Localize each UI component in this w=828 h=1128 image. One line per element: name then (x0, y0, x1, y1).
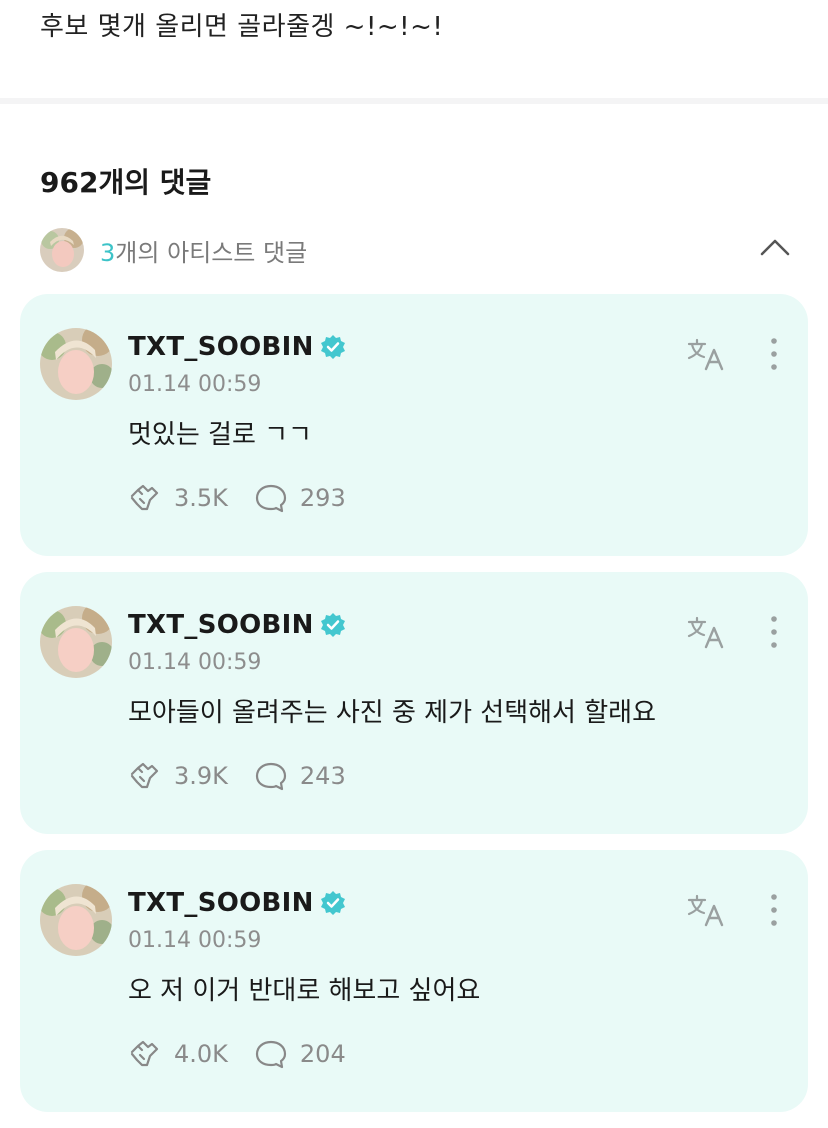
comment-username[interactable]: TXT_SOOBIN (128, 332, 346, 362)
username-text: TXT_SOOBIN (128, 888, 314, 918)
post-text: 후보 몇개 올리면 골라줄겡 ~!~!~! (40, 12, 444, 42)
speech-bubble-icon[interactable] (254, 1038, 288, 1070)
comment-text: 모아들이 올려주는 사진 중 제가 선택해서 할래요 (128, 698, 656, 728)
more-vertical-icon[interactable] (764, 614, 784, 650)
translate-icon[interactable] (686, 892, 726, 928)
comment-card: TXT_SOOBIN 01.14 00:59 멋있는 걸로 ㄱㄱ 3.5K 29… (20, 294, 808, 556)
comment-timestamp: 01.14 00:59 (128, 928, 262, 953)
comment-username[interactable]: TXT_SOOBIN (128, 610, 346, 640)
avatar[interactable] (40, 328, 112, 400)
section-divider (0, 98, 828, 104)
comment-card: TXT_SOOBIN 01.14 00:59 오 저 이거 반대로 해보고 싶어… (20, 850, 808, 1112)
reply-count: 293 (299, 484, 346, 512)
translate-icon[interactable] (686, 336, 726, 372)
heart-hands-icon[interactable] (128, 482, 162, 514)
comment-timestamp: 01.14 00:59 (128, 650, 262, 675)
comment-text: 오 저 이거 반대로 해보고 싶어요 (128, 976, 481, 1006)
artist-comments-count: 3 (100, 238, 116, 267)
heart-hands-icon[interactable] (128, 760, 162, 792)
chevron-up-icon[interactable] (760, 236, 790, 260)
speech-bubble-icon[interactable] (254, 482, 288, 514)
more-vertical-icon[interactable] (764, 892, 784, 928)
heart-hands-icon[interactable] (128, 1038, 162, 1070)
artist-avatar (40, 228, 84, 272)
comment-stats: 4.0K 204 (128, 1038, 346, 1070)
username-text: TXT_SOOBIN (128, 332, 314, 362)
username-text: TXT_SOOBIN (128, 610, 314, 640)
comment-card: TXT_SOOBIN 01.14 00:59 모아들이 올려주는 사진 중 제가… (20, 572, 808, 834)
verified-badge-icon (320, 890, 346, 916)
verified-badge-icon (320, 334, 346, 360)
like-count: 4.0K (174, 1040, 228, 1068)
comment-username[interactable]: TXT_SOOBIN (128, 888, 346, 918)
comment-count-title: 962개의 댓글 (40, 166, 212, 199)
speech-bubble-icon[interactable] (254, 760, 288, 792)
avatar[interactable] (40, 884, 112, 956)
comment-text: 멋있는 걸로 ㄱㄱ (128, 420, 312, 450)
artist-comments-toggle[interactable]: 3개의 아티스트 댓글 (40, 228, 792, 272)
more-vertical-icon[interactable] (764, 336, 784, 372)
comment-stats: 3.5K 293 (128, 482, 346, 514)
comment-timestamp: 01.14 00:59 (128, 372, 262, 397)
avatar[interactable] (40, 606, 112, 678)
reply-count: 243 (299, 762, 346, 790)
reply-count: 204 (299, 1040, 346, 1068)
verified-badge-icon (320, 612, 346, 638)
artist-comments-label: 3개의 아티스트 댓글 (100, 233, 307, 268)
like-count: 3.9K (174, 762, 228, 790)
like-count: 3.5K (174, 484, 228, 512)
comment-stats: 3.9K 243 (128, 760, 346, 792)
artist-comments-label-text: 개의 아티스트 댓글 (115, 238, 308, 267)
translate-icon[interactable] (686, 614, 726, 650)
